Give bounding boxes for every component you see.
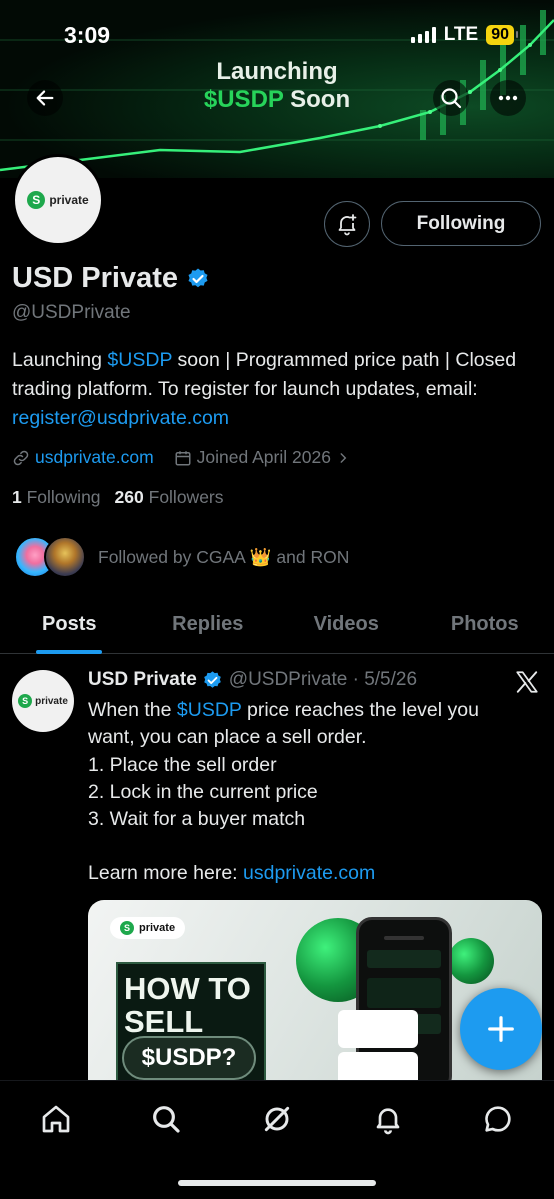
post-author-name[interactable]: USD Private [88, 669, 197, 691]
follow-counts: 1 Following 260 Followers [12, 487, 224, 508]
x-logo-icon [516, 671, 538, 693]
nav-home[interactable] [36, 1099, 76, 1139]
media-headline: HOW TO SELL [124, 971, 251, 1039]
brand-logo-icon: S [18, 694, 33, 708]
more-options-button[interactable] [490, 80, 526, 116]
banner-headline: Launching $USDP Soon [203, 58, 351, 113]
more-horizontal-icon [498, 95, 518, 101]
media-brand-logo: S private [110, 917, 186, 939]
network-type: LTE [443, 24, 479, 45]
following-count[interactable]: 1 Following [12, 487, 101, 508]
search-button[interactable] [433, 80, 469, 116]
calendar-icon [175, 450, 191, 465]
coin-graphic [448, 938, 494, 984]
back-button[interactable] [27, 80, 63, 116]
plus-icon [488, 1016, 514, 1042]
back-arrow-icon [36, 90, 54, 106]
followed-by[interactable]: Followed by CGAA 👑 and RON [14, 536, 349, 578]
bio-cashtag-link[interactable]: $USDP [107, 349, 172, 371]
website-link[interactable]: usdprivate.com [35, 447, 154, 468]
profile-handle: @USDPrivate [12, 302, 131, 323]
profile-avatar[interactable]: S private [12, 154, 104, 246]
status-time: 3:09 [64, 22, 111, 48]
ui-card-graphic [338, 1010, 418, 1048]
brand-logo-icon: S [120, 921, 134, 935]
compose-post-button[interactable] [460, 988, 542, 1070]
home-indicator[interactable] [178, 1180, 376, 1186]
signal-icon [410, 27, 436, 43]
nav-search[interactable] [146, 1099, 186, 1139]
avatar-logo-text: private [49, 193, 89, 207]
tab-photos[interactable]: Photos [416, 596, 554, 653]
following-button[interactable]: Following [381, 201, 541, 246]
search-icon [153, 1106, 180, 1133]
bio-email-link[interactable]: register@usdprivate.com [12, 407, 229, 429]
notifications-icon [376, 1108, 400, 1135]
brand-logo-icon: S [27, 191, 46, 209]
post-text: When the $USDP price reaches the level y… [88, 699, 479, 885]
profile-bio: Launching $USDP soon | Programmed price … [12, 349, 517, 429]
link-icon [13, 450, 29, 465]
media-pill: $USDP? [122, 1036, 256, 1080]
profile-tabs: Posts Replies Videos Photos [0, 596, 554, 654]
nav-grok[interactable] [257, 1099, 297, 1139]
search-icon [441, 88, 462, 109]
nav-messages[interactable] [478, 1099, 518, 1139]
battery-icon: 90 [486, 25, 518, 45]
post-website-link[interactable]: usdprivate.com [243, 862, 375, 884]
follower-avatar [44, 536, 86, 578]
post-author-avatar[interactable]: S private [12, 670, 74, 732]
post-cashtag-link[interactable]: $USDP [177, 699, 242, 721]
nav-notifications[interactable] [368, 1099, 408, 1139]
notifications-subscribe-button[interactable] [324, 201, 370, 247]
followed-by-text: Followed by CGAA 👑 and RON [98, 546, 350, 567]
verified-badge-icon [203, 670, 221, 688]
grok-icon [264, 1106, 290, 1132]
chevron-right-icon [340, 452, 347, 463]
tab-posts[interactable]: Posts [0, 596, 139, 653]
status-bar: 3:09 LTE 90 [0, 0, 554, 60]
messages-icon [485, 1106, 511, 1132]
tab-replies[interactable]: Replies [139, 596, 278, 653]
bell-plus-icon [338, 214, 357, 236]
joined-date[interactable]: Joined April 2026 [174, 447, 350, 468]
home-icon [42, 1105, 70, 1133]
profile-name: USD Private [12, 262, 210, 295]
followers-count[interactable]: 260 Followers [115, 487, 224, 508]
tab-videos[interactable]: Videos [277, 596, 416, 653]
profile-meta: usdprivate.com Joined April 2026 [12, 447, 350, 468]
post-header: USD Private @USDPrivate · 5/5/26 [88, 669, 417, 691]
verified-badge-icon[interactable] [186, 267, 210, 291]
post-handle-date: @USDPrivate · 5/5/26 [228, 669, 418, 690]
